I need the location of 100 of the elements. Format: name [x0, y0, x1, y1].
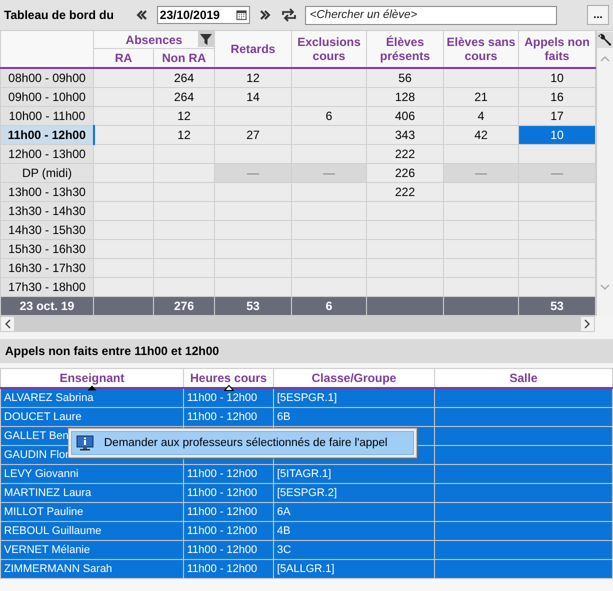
- table-cell: REBOUL Guillaume: [0, 522, 184, 540]
- search-field[interactable]: <Chercher un élève>: [304, 6, 557, 24]
- table-cell[interactable]: 14: [214, 88, 292, 106]
- wrench-icon[interactable]: [597, 32, 613, 48]
- table-cell[interactable]: 10: [518, 68, 596, 88]
- time-slot-cell[interactable]: 09h00 - 10h00: [0, 88, 94, 106]
- time-slot-cell[interactable]: 13h30 - 14h30: [0, 202, 94, 220]
- table-cell: LEVY Giovanni: [0, 464, 184, 484]
- table-cell: 11h00 - 12h00: [184, 484, 274, 502]
- scroll-right-icon[interactable]: [584, 319, 590, 329]
- column-header: Exclusions cours: [297, 35, 361, 63]
- table-cell[interactable]: 4: [444, 106, 519, 126]
- table-cell[interactable]: 128: [366, 88, 444, 106]
- table-cell[interactable]: 406: [366, 106, 444, 126]
- previous-icon[interactable]: [136, 9, 148, 21]
- time-slot-cell[interactable]: 16h30 - 17h30: [0, 258, 94, 278]
- table-cell: ALVAREZ Sabrina: [0, 388, 184, 408]
- table-cell: —: [444, 164, 519, 182]
- info-monitor-icon: [76, 435, 94, 451]
- total-label: 23 oct. 19: [0, 296, 94, 316]
- table-cell: ZIMMERMANN Sarah: [0, 560, 184, 578]
- column-header: Retards: [230, 42, 276, 56]
- column-header: Non RA: [162, 51, 206, 65]
- table-cell: 11h00 - 12h00: [184, 522, 274, 540]
- table-cell: 11h00 - 12h00: [184, 560, 274, 578]
- total-cell: 276: [154, 296, 215, 316]
- table-cell[interactable]: 56: [366, 68, 444, 88]
- vertical-scrollbar[interactable]: [596, 31, 613, 316]
- teacher-row[interactable]: ZIMMERMANN Sarah 11h00 - 12h00 [5ALLGR.1]: [0, 560, 612, 578]
- table-cell[interactable]: 42: [444, 126, 519, 144]
- table-cell[interactable]: 264: [154, 88, 215, 106]
- table-cell: [5ITAGR.1]: [274, 464, 434, 484]
- column-header[interactable]: Classe/Groupe: [274, 369, 434, 388]
- table-cell[interactable]: 222: [366, 182, 444, 202]
- time-slot-cell[interactable]: 10h00 - 11h00: [0, 106, 94, 126]
- time-slot-cell[interactable]: 15h30 - 16h30: [0, 240, 94, 258]
- more-button[interactable]: ...: [587, 5, 609, 25]
- teacher-row[interactable]: ALVAREZ Sabrina 11h00 - 12h00 [5ESPGR.1]: [0, 388, 612, 408]
- time-slot-cell[interactable]: 17h30 - 18h00: [0, 278, 94, 296]
- table-cell[interactable]: 12: [154, 126, 215, 144]
- table-cell[interactable]: 10: [518, 126, 596, 144]
- total-cell: 53: [518, 296, 596, 316]
- table-cell[interactable]: 222: [366, 144, 444, 164]
- table-cell: VERNET Mélanie: [0, 540, 184, 560]
- table-cell[interactable]: 264: [154, 68, 215, 88]
- horizontal-scrollbar[interactable]: [0, 316, 595, 332]
- table-cell: DOUCET Laure: [0, 408, 184, 426]
- teacher-row[interactable]: MILLOT Pauline 11h00 - 12h00 6A: [0, 502, 612, 522]
- time-slot-cell[interactable]: 14h30 - 15h30: [0, 220, 94, 240]
- table-cell: [5ESPGR.1]: [274, 388, 434, 408]
- calendar-icon[interactable]: [236, 9, 247, 21]
- table-cell[interactable]: 6: [292, 106, 367, 126]
- table-cell: —: [214, 164, 292, 182]
- table-cell[interactable]: 16: [518, 88, 596, 106]
- teacher-row[interactable]: MARTINEZ Laura 11h00 - 12h00 [5ESPGR.2]: [0, 484, 612, 502]
- table-cell: 11h00 - 12h00: [184, 464, 274, 484]
- table-cell: MILLOT Pauline: [0, 502, 184, 522]
- table-cell[interactable]: 27: [214, 126, 292, 144]
- table-cell: MARTINEZ Laura: [0, 484, 184, 502]
- table-cell[interactable]: 12: [214, 68, 292, 88]
- table-cell: 6A: [274, 502, 434, 522]
- section-title: Appels non faits entre 11h00 et 12h00: [5, 344, 220, 358]
- column-header: Elèves sans cours: [446, 35, 516, 63]
- time-slot-cell[interactable]: 11h00 - 12h00: [0, 126, 94, 144]
- time-slot-cell[interactable]: 12h00 - 13h00: [0, 144, 94, 164]
- column-header: RA: [114, 51, 132, 65]
- table-cell: 11h00 - 12h00: [184, 408, 274, 426]
- table-cell: 6B: [274, 408, 434, 426]
- table-cell[interactable]: 17: [518, 106, 596, 126]
- table-cell: —: [292, 164, 367, 182]
- column-header: Absences: [126, 32, 182, 46]
- column-header: Appels non faits: [524, 35, 590, 63]
- table-cell[interactable]: 12: [154, 106, 215, 126]
- column-header[interactable]: Salle: [434, 369, 612, 388]
- teacher-row[interactable]: LEVY Giovanni 11h00 - 12h00 [5ITAGR.1]: [0, 464, 612, 484]
- table-cell: [5ALLGR.1]: [274, 560, 434, 578]
- column-header[interactable]: Heures cours: [184, 369, 274, 388]
- next-icon[interactable]: [258, 9, 271, 21]
- table-cell[interactable]: 343: [366, 126, 444, 144]
- column-header[interactable]: Enseignant: [0, 369, 184, 388]
- filter-icon[interactable]: [198, 31, 214, 47]
- table-cell: 11h00 - 12h00: [184, 502, 274, 522]
- table-cell: 11h00 - 12h00: [184, 540, 274, 560]
- refresh-icon[interactable]: [280, 8, 297, 22]
- scrollbar-thumb[interactable]: [14, 317, 581, 331]
- table-cell: [5ESPGR.2]: [274, 484, 434, 502]
- time-slot-cell[interactable]: 08h00 - 09h00: [0, 68, 94, 88]
- teacher-row[interactable]: REBOUL Guillaume 11h00 - 12h00 4B: [0, 522, 612, 540]
- time-slot-cell[interactable]: DP (midi): [0, 164, 94, 182]
- menu-item[interactable]: Demander aux professeurs sélectionnés de faire l'appel: [71, 431, 414, 455]
- table-cell[interactable]: 21: [444, 88, 519, 106]
- table-cell[interactable]: 226: [366, 164, 444, 182]
- time-slot-cell[interactable]: 13h00 - 13h30: [0, 182, 94, 202]
- table-cell: 11h00 - 12h00: [184, 388, 274, 408]
- table-cell: 3C: [274, 540, 434, 560]
- dashboard-title: Tableau de bord du: [4, 8, 114, 22]
- teacher-row[interactable]: DOUCET Laure 11h00 - 12h00 6B: [0, 408, 612, 426]
- teacher-row[interactable]: VERNET Mélanie 11h00 - 12h00 3C: [0, 540, 612, 560]
- date-field[interactable]: 23/10/2019: [156, 6, 250, 24]
- scroll-left-icon[interactable]: [5, 319, 11, 329]
